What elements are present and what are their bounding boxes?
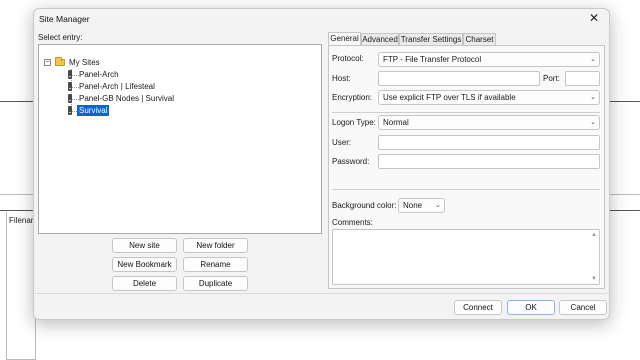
collapse-toggle-icon[interactable]: − [44,59,51,66]
rename-button[interactable]: Rename [183,257,248,272]
scroll-down-icon[interactable]: ▼ [591,276,597,282]
ok-button[interactable]: OK [507,300,555,315]
folder-icon [55,57,65,66]
encryption-select[interactable]: Use explicit FTP over TLS if available ⌄ [378,90,600,105]
protocol-select[interactable]: FTP - File Transfer Protocol ⌄ [378,52,600,67]
background-color-label: Background color: [332,201,397,210]
section-divider [332,189,600,190]
site-manager-dialog: Site Manager ✕ Select entry: − My Sites … [33,8,610,320]
close-icon[interactable]: ✕ [586,10,602,26]
protocol-value: FTP - File Transfer Protocol [383,55,482,64]
select-entry-label: Select entry: [38,33,83,42]
server-icon [68,106,72,115]
section-divider [332,112,600,113]
host-label: Host: [332,74,351,83]
password-label: Password: [332,157,370,166]
chevron-down-icon: ⌄ [590,94,596,101]
delete-button[interactable]: Delete [112,276,177,291]
new-site-button[interactable]: New site [112,238,177,253]
site-tree[interactable]: − My Sites Panel-Arch Panel-Arch | Lifes… [38,44,322,234]
server-icon [68,70,72,79]
chevron-down-icon: ⌄ [435,202,441,209]
tab-general[interactable]: General [328,32,361,46]
background-filename-header: Filenan [9,216,36,225]
port-label: Port: [543,74,560,83]
server-icon [68,94,72,103]
background-file-list [6,212,36,360]
background-color-select[interactable]: None ⌄ [398,198,445,213]
tree-item-survival[interactable]: Survival [77,105,110,116]
tree-connector [71,75,79,76]
encryption-label: Encryption: [332,93,373,102]
duplicate-button[interactable]: Duplicate [183,276,248,291]
tree-connector [71,99,79,100]
user-label: User: [332,138,352,147]
tree-item-panel-arch[interactable]: Panel-Arch [79,69,119,80]
password-input[interactable] [378,154,600,169]
encryption-value: Use explicit FTP over TLS if available [383,93,516,102]
chevron-down-icon: ⌄ [590,119,596,126]
user-input[interactable] [378,135,600,150]
host-input[interactable] [378,71,540,86]
comments-label: Comments: [332,218,373,227]
tree-item-panel-gb-nodes-survival[interactable]: Panel-GB Nodes | Survival [79,93,174,104]
tree-connector [71,87,79,88]
new-bookmark-button[interactable]: New Bookmark [112,257,177,272]
general-tab-panel: Protocol: FTP - File Transfer Protocol ⌄… [328,45,605,289]
logon-type-select[interactable]: Normal ⌄ [378,115,600,130]
connect-button[interactable]: Connect [454,300,502,315]
scroll-up-icon[interactable]: ▲ [591,232,597,238]
tree-item-panel-arch-lifesteal[interactable]: Panel-Arch | Lifesteal [79,81,155,92]
logon-type-value: Normal [383,118,409,127]
new-folder-button[interactable]: New folder [183,238,248,253]
footer-divider [34,293,609,294]
dialog-title: Site Manager [39,14,90,24]
tree-item-my-sites[interactable]: My Sites [69,57,100,68]
port-input[interactable] [565,71,600,86]
background-color-value: None [403,201,423,210]
logon-type-label: Logon Type: [332,118,376,127]
comments-textarea[interactable]: ▲ ▼ [332,229,600,285]
chevron-down-icon: ⌄ [590,56,596,63]
protocol-label: Protocol: [332,54,364,63]
server-icon [68,82,72,91]
cancel-button[interactable]: Cancel [559,300,607,315]
